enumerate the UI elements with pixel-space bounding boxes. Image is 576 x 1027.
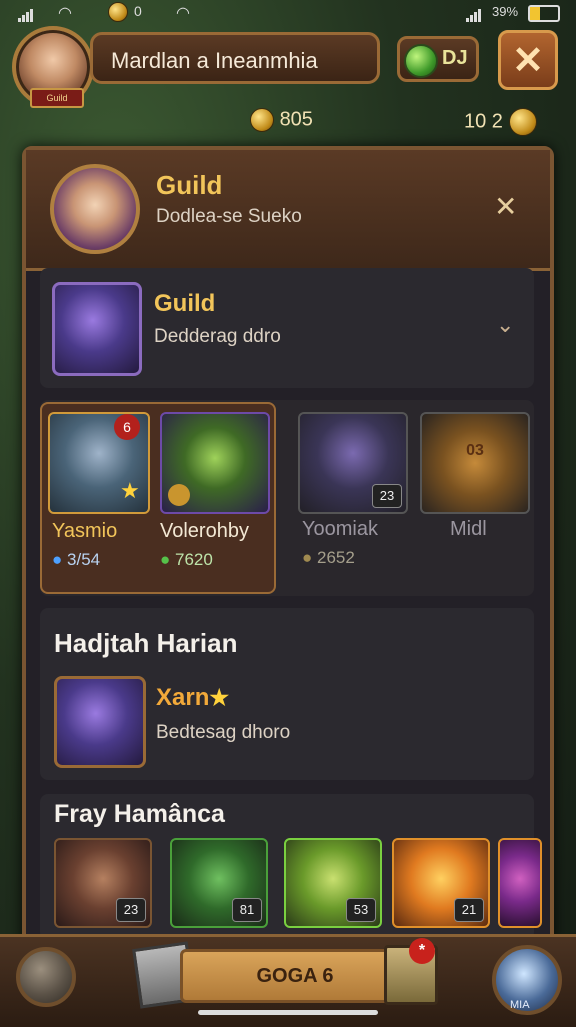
signal-icon — [466, 6, 482, 22]
fray-item[interactable]: 21 — [392, 838, 490, 928]
close-icon[interactable]: ✕ — [494, 190, 517, 223]
hero-value: ● 2652 — [302, 548, 355, 568]
signal-icon — [18, 6, 34, 22]
notification-badge-icon: * — [409, 938, 435, 964]
hero-value: ● 3/54 — [52, 550, 100, 570]
guild-header-title: Guild — [156, 170, 223, 200]
coin-icon — [108, 2, 128, 22]
currency-right-value: 10 2 — [464, 110, 503, 133]
hero-value-text: 2652 — [317, 548, 355, 567]
daily-section: Hadjtah Harian Xarn★ Bedtesag dhoro — [40, 608, 534, 780]
gem-value: DJ — [442, 47, 468, 69]
hero-badge: 23 — [372, 484, 402, 508]
item-badge: 53 — [346, 898, 376, 922]
fray-item[interactable] — [498, 838, 542, 928]
player-name[interactable]: Mardlan a Ineanmhia — [90, 32, 380, 84]
settings-button[interactable] — [16, 947, 76, 1007]
item-badge: 21 — [454, 898, 484, 922]
profile-label: MIA — [510, 999, 530, 1011]
coin-icon: ● — [302, 548, 313, 567]
guild-emblem — [52, 282, 142, 376]
hero-card[interactable] — [160, 412, 270, 514]
fray-item[interactable]: 81 — [170, 838, 268, 928]
daily-item-title: Xarn★ — [156, 684, 229, 712]
item-badge: 81 — [232, 898, 262, 922]
coin-icon — [250, 108, 274, 132]
currency-right: 10 2 — [464, 108, 537, 136]
wifi-icon: ◠ — [58, 5, 72, 22]
hero-badge: 6 — [114, 414, 140, 440]
hero-card[interactable]: 23 — [298, 412, 408, 514]
guild-row-title: Guild — [154, 290, 216, 317]
status-left-value: 0 — [134, 3, 142, 19]
close-button[interactable]: ✕ — [498, 30, 558, 90]
home-indicator — [198, 1010, 378, 1015]
item-badge: 23 — [116, 898, 146, 922]
section-title: Fray Hamânca — [54, 800, 225, 828]
hero-badge: 03 — [466, 442, 484, 459]
player-avatar[interactable]: Guild — [12, 26, 94, 108]
guild-row[interactable]: Guild Dedderag ddro ⌄ — [40, 268, 534, 388]
main-action-button[interactable]: GOGA 6 — [180, 949, 410, 1003]
scroll-icon[interactable]: * — [384, 938, 438, 1005]
gem-icon — [404, 44, 438, 78]
top-bar: Guild Mardlan a Ineanmhia DJ ✕ — [12, 26, 564, 108]
section-title: Hadjtah Harian — [54, 628, 238, 658]
hero-value-text: 3/54 — [67, 550, 101, 569]
hero-name: Midl — [450, 518, 487, 540]
gem-counter[interactable]: DJ — [397, 36, 479, 82]
star-icon: ★ — [209, 685, 230, 710]
hero-value-text: 7620 — [175, 550, 213, 569]
hero-value: ● 7620 — [160, 550, 213, 570]
chevron-down-icon: ⌄ — [496, 312, 515, 337]
daily-item-subtitle: Bedtesag dhoro — [156, 722, 291, 743]
hero-name: Yasmio — [52, 520, 118, 542]
gem-icon: ● — [52, 550, 63, 569]
coin-icon — [508, 108, 537, 136]
hero-name: Volerohby — [160, 520, 249, 542]
hero-name: Yoomiak — [302, 518, 378, 540]
hero-card[interactable]: 03 — [420, 412, 530, 514]
guild-header: Guild Dodlea-se Sueko ✕ — [26, 150, 550, 271]
hero-card[interactable]: 6 ★ — [48, 412, 150, 514]
status-bar: ◠ 0 ◠ 39% — [0, 0, 576, 26]
guild-row-subtitle: Dedderag ddro — [154, 326, 281, 347]
currency-left-value: 805 — [279, 108, 313, 131]
battery-icon — [528, 5, 560, 22]
gem-icon: ● — [160, 550, 171, 569]
daily-item-title-text: Xarn — [156, 684, 210, 711]
profile-button[interactable]: MIA — [492, 945, 562, 1015]
battery-percent: 39% — [492, 4, 519, 19]
fray-item[interactable]: 53 — [284, 838, 382, 928]
guild-leader-portrait — [50, 164, 140, 254]
avatar-tag: Guild — [30, 88, 84, 108]
coin-icon — [168, 484, 190, 506]
wifi-icon: ◠ — [176, 5, 190, 22]
star-icon: ★ — [120, 478, 140, 503]
daily-item-thumb[interactable] — [54, 676, 146, 768]
fray-item[interactable]: 23 — [54, 838, 152, 928]
currency-left: 805 — [250, 108, 313, 132]
guild-header-subtitle: Dodlea-se Sueko — [156, 206, 302, 227]
